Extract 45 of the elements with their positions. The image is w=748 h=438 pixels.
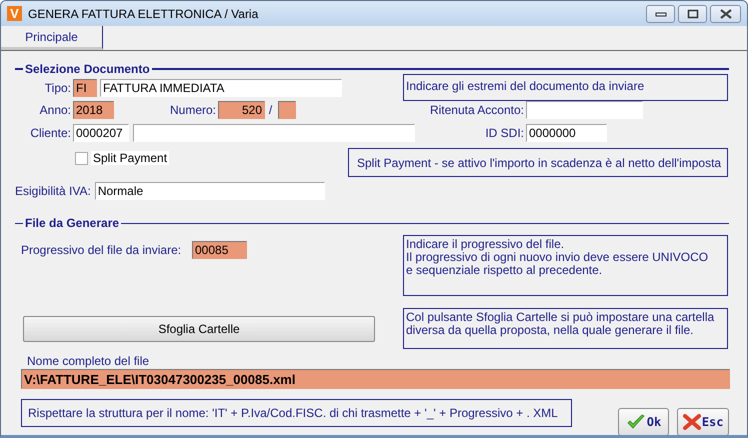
close-button[interactable] (710, 4, 741, 22)
separator-text: / (268, 103, 274, 117)
input-field[interactable] (278, 101, 296, 119)
info-box: Indicare il progressivo del file. Il progressivo di ogni nuovo invio deve essere UNIVOCO e sequenziale rispetto al precedente. (403, 235, 728, 296)
info-box: Indicare gli estremi del documento da inviare (403, 74, 728, 101)
field-label: Esigibilità IVA: (15, 184, 92, 198)
checkbox[interactable] (75, 152, 88, 164)
field-label: Cliente: (29, 126, 72, 140)
field-label: Numero: (168, 103, 217, 117)
input-field[interactable]: Normale (94, 182, 325, 200)
field-label: Progressivo del file da inviare: (21, 243, 182, 257)
file-path-field[interactable]: V:\FATTURE_ELE\IT03047300235_00085.xml (21, 369, 730, 389)
action-button[interactable]: Esc (677, 408, 729, 435)
maximize-icon (686, 8, 698, 18)
section-heading: Selezione Documento (25, 62, 150, 76)
window-title: GENERA FATTURA ELETTRONICA / Varia (28, 6, 258, 20)
app-logo: V (7, 6, 22, 21)
info-box: Rispettare la struttura per il nome: 'IT' + P.Iva/Cod.FISC. di chi trasmette + '_' + Progressivo + . XML (21, 399, 572, 427)
minimize-button[interactable] (646, 4, 675, 22)
info-box: Col pulsante Sfoglia Cartelle si può impostare una cartella diversa da quella proposta, nella quale generare il file. (403, 308, 728, 349)
checkbox-label[interactable]: Split Payment (91, 151, 170, 165)
field-label: Anno: (38, 103, 72, 117)
input-field[interactable] (526, 101, 643, 119)
info-box: Split Payment - se attivo l'importo in scadenza è al netto dell'imposta (348, 148, 728, 177)
action-button[interactable]: Ok (618, 408, 670, 435)
field-label: Nome completo del file (27, 354, 150, 368)
close-icon (718, 8, 732, 18)
input-field[interactable]: 520 (218, 101, 265, 119)
input-field[interactable]: 00085 (192, 241, 247, 259)
input-field[interactable]: FI (73, 78, 97, 96)
input-field[interactable]: 2018 (73, 101, 114, 119)
checkmark-icon (626, 414, 646, 430)
browse-folders-button[interactable]: Sfoglia Cartelle (23, 316, 375, 342)
minimize-icon (654, 10, 666, 16)
input-field[interactable]: 0000000 (526, 124, 607, 142)
input-field[interactable]: FATTURA IMMEDIATA (100, 78, 342, 96)
section-heading: File da Generare (25, 216, 120, 230)
field-label: Ritenuta Acconto: (428, 103, 525, 117)
input-field[interactable] (133, 124, 415, 142)
field-label: ID SDI: (484, 126, 525, 140)
cross-icon (682, 414, 701, 430)
field-label: Tipo: (44, 80, 72, 94)
tab[interactable]: Principale (1, 26, 103, 50)
maximize-button[interactable] (678, 4, 707, 22)
input-field[interactable]: 0000207 (73, 124, 129, 142)
